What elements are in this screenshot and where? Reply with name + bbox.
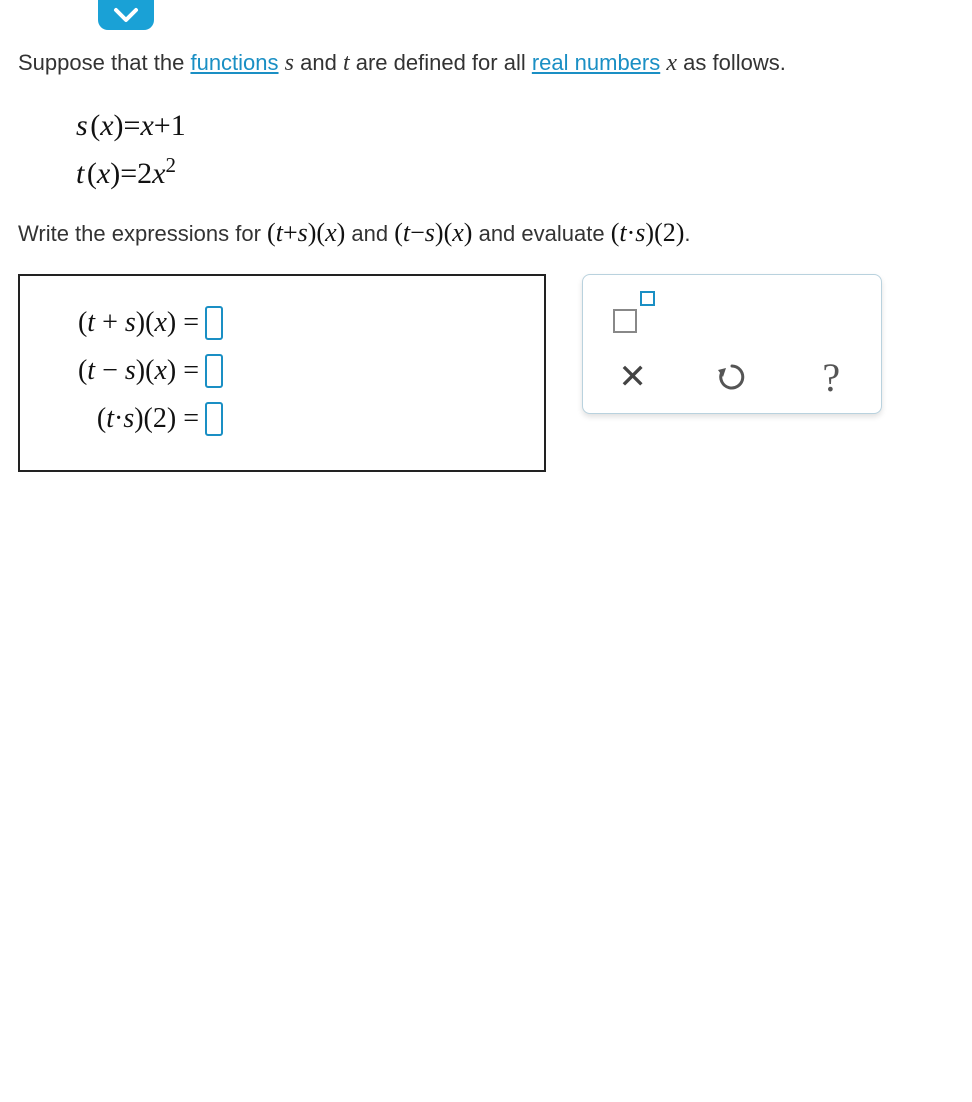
text: . xyxy=(684,221,690,246)
answer-row-2: (t − s)(x) = xyxy=(44,354,520,388)
text: s xyxy=(76,109,88,142)
x-icon: ✕ xyxy=(618,357,647,397)
tool-row-1 xyxy=(583,281,881,345)
text: Write the expressions for xyxy=(18,221,267,246)
text: = xyxy=(120,157,137,190)
answer-label-1: (t + s)(x) = xyxy=(44,307,199,339)
text: ) xyxy=(114,109,124,142)
var-x: x xyxy=(666,50,677,76)
tool-panel: ✕ ? xyxy=(582,274,882,414)
text: and evaluate xyxy=(472,221,610,246)
text: ) xyxy=(110,157,120,190)
answer-row-1: (t + s)(x) = xyxy=(44,306,520,340)
answer-row-3: (t·s)(2) = xyxy=(44,402,520,436)
question-icon: ? xyxy=(822,354,840,401)
input-t-dot-s-2[interactable] xyxy=(205,402,223,436)
answer-box: (t + s)(x) = (t − s)(x) = (t·s)(2) = xyxy=(18,274,546,472)
expr-t-plus-s: (t+s)(x) xyxy=(267,218,345,247)
var-t: t xyxy=(343,50,350,76)
expr-t-minus-s: (t−s)(x) xyxy=(394,218,472,247)
link-real-numbers[interactable]: real numbers xyxy=(532,50,660,75)
text: = xyxy=(124,109,141,142)
undo-icon xyxy=(715,360,749,394)
text: Suppose that the xyxy=(18,50,190,75)
superscript-tool-button[interactable] xyxy=(589,283,677,343)
t-rhs: 2x2 xyxy=(137,157,176,190)
tool-row-2: ✕ ? xyxy=(583,345,881,409)
text: x xyxy=(100,109,113,142)
function-definitions: s (x)=x+1 t (x)=2x2 xyxy=(76,103,954,196)
text: and xyxy=(345,221,394,246)
text: and xyxy=(294,50,343,75)
problem-statement: Suppose that the functions s and t are d… xyxy=(18,45,954,81)
input-t-plus-s[interactable] xyxy=(205,306,223,340)
clear-button[interactable]: ✕ xyxy=(589,347,677,407)
undo-button[interactable] xyxy=(688,347,776,407)
var-s: s xyxy=(285,50,294,76)
answer-label-3: (t·s)(2) = xyxy=(44,403,199,435)
text: are defined for all xyxy=(350,50,532,75)
text: ( xyxy=(90,109,100,142)
text: x xyxy=(97,157,110,190)
text: as follows. xyxy=(677,50,786,75)
definition-t: t (x)=2x2 xyxy=(76,150,954,196)
help-button[interactable]: ? xyxy=(787,347,875,407)
instruction-text: Write the expressions for (t+s)(x) and (… xyxy=(18,218,954,248)
superscript-icon xyxy=(611,291,655,335)
expand-toggle[interactable] xyxy=(98,0,154,30)
link-functions[interactable]: functions xyxy=(190,50,278,75)
chevron-down-icon xyxy=(113,7,139,23)
text: ( xyxy=(87,157,97,190)
answer-label-2: (t − s)(x) = xyxy=(44,355,199,387)
expr-t-dot-s: (t·s)(2) xyxy=(611,218,685,247)
input-t-minus-s[interactable] xyxy=(205,354,223,388)
definition-s: s (x)=x+1 xyxy=(76,103,954,148)
s-rhs: x+1 xyxy=(140,109,185,142)
